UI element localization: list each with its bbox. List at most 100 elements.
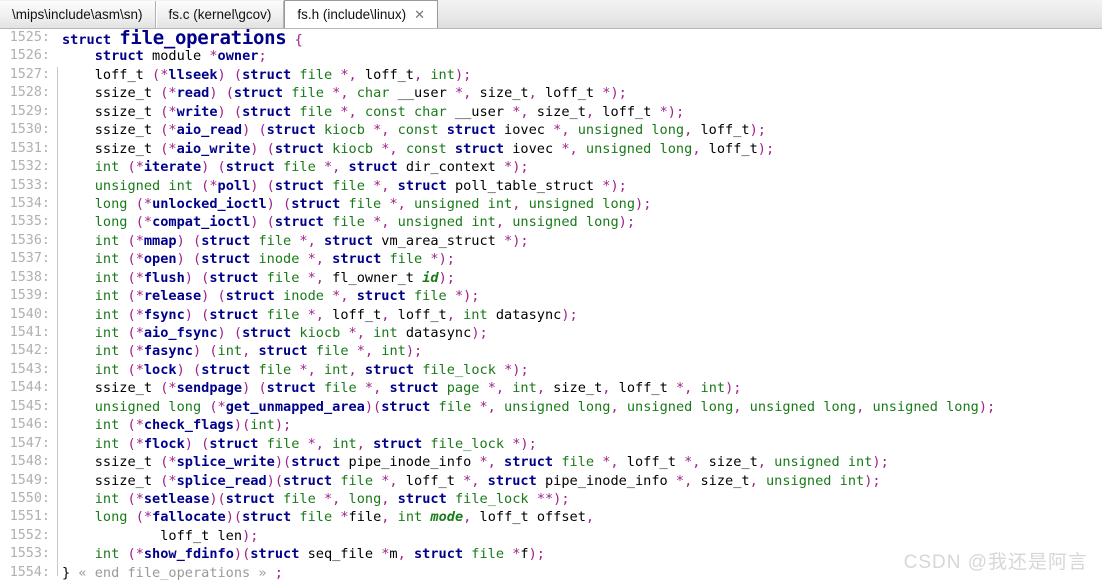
code-line[interactable]: 1533: unsigned int (*poll) (struct file …: [0, 177, 1102, 195]
code-token: file: [340, 472, 374, 489]
code-token: )(: [364, 398, 382, 415]
code-line[interactable]: 1536: int (*mmap) (struct file *, struct…: [0, 232, 1102, 250]
code-token: unsigned: [774, 454, 840, 471]
code-line[interactable]: 1534: long (*unlocked_ioctl) (struct fil…: [0, 195, 1102, 213]
code-line[interactable]: 1527: loff_t (*llseek) (struct file *, l…: [0, 66, 1102, 84]
code-token: file: [471, 546, 505, 563]
code-line[interactable]: 1529: ssize_t (*write) (struct file *, c…: [0, 103, 1102, 121]
code-line[interactable]: 1552: loff_t len);: [0, 527, 1102, 545]
code-line[interactable]: 1538: int (*flush) (struct file *, fl_ow…: [0, 269, 1102, 287]
code-editor-area[interactable]: 1525: struct file_operations {1526: struc…: [0, 29, 1102, 584]
line-number: 1550:: [9, 490, 50, 506]
code-token: aio_read: [176, 122, 243, 139]
code-token: ,: [495, 214, 505, 231]
code-token: *,: [348, 325, 365, 341]
code-token: long: [659, 140, 693, 157]
code-line[interactable]: 1545: unsigned long (*get_unmapped_area)…: [0, 398, 1102, 416]
line-number: 1546:: [9, 417, 50, 433]
code-line-text: ssize_t (*splice_read)(struct file *, lo…: [54, 472, 881, 490]
code-token: *: [340, 509, 349, 526]
code-token: *: [217, 398, 226, 415]
code-token: int: [397, 509, 423, 526]
code-line-text: int (*mmap) (struct file *, struct vm_ar…: [54, 232, 529, 250]
code-token: struct: [201, 251, 251, 268]
code-line[interactable]: 1549: ssize_t (*splice_read)(struct file…: [0, 472, 1102, 490]
code-token: *,: [389, 195, 406, 212]
code-token: (: [127, 251, 136, 268]
code-line[interactable]: 1547: int (*flock) (struct file *, int, …: [0, 435, 1102, 453]
code-line[interactable]: 1541: int (*aio_fsync) (struct kiocb *, …: [0, 324, 1102, 342]
code-token: iovec: [504, 140, 562, 157]
code-token: {: [294, 32, 303, 48]
code-token: file: [283, 490, 316, 507]
code-token: long: [602, 195, 636, 212]
code-token: file_lock: [422, 361, 496, 378]
code-token: ) (: [184, 269, 210, 286]
code-token: *: [143, 195, 153, 212]
code-token: m: [389, 546, 398, 563]
code-line[interactable]: 1532: int (*iterate) (struct file *, str…: [0, 158, 1102, 176]
code-token: *: [135, 435, 144, 452]
code-token: struct: [274, 140, 324, 157]
code-token: struct: [389, 380, 439, 397]
code-line[interactable]: 1543: int (*lock) (struct file *, int, s…: [0, 361, 1102, 379]
code-line[interactable]: 1539: int (*release) (struct inode *, st…: [0, 287, 1102, 305]
editor-tab-0[interactable]: \mips\include\asm\sn): [0, 1, 156, 28]
code-token: ssize_t: [94, 103, 153, 120]
code-line[interactable]: 1542: int (*fasync) (int, struct file *,…: [0, 342, 1102, 360]
code-token: ssize_t: [94, 380, 153, 397]
code-line[interactable]: 1544: ssize_t (*sendpage) (struct file *…: [0, 379, 1102, 397]
code-line[interactable]: 1540: int (*fsync) (struct file *, loff_…: [0, 306, 1102, 324]
code-token: datasync: [397, 325, 472, 341]
code-token: *,: [340, 66, 357, 83]
code-line[interactable]: 1546: int (*check_flags)(int);: [0, 416, 1102, 434]
code-token: file: [332, 177, 365, 194]
code-line[interactable]: 1537: int (*open) (struct inode *, struc…: [0, 250, 1102, 268]
code-line[interactable]: 1531: ssize_t (*aio_write) (struct kiocb…: [0, 140, 1102, 158]
code-line-text: struct module *owner;: [54, 47, 267, 65]
code-token: check_flags: [143, 417, 234, 434]
code-lines-container[interactable]: 1525: struct file_operations {1526: struc…: [0, 29, 1102, 582]
code-token: « end file_operations »: [70, 564, 275, 581]
code-token: *,: [307, 306, 324, 323]
code-token: *);: [512, 435, 537, 452]
code-line[interactable]: 1548: ssize_t (*splice_write)(struct pip…: [0, 453, 1102, 471]
code-token: ) (: [184, 435, 210, 452]
code-token: unsigned: [414, 195, 480, 212]
code-token: size_t: [528, 103, 586, 120]
code-token: ) (: [184, 306, 210, 323]
code-line[interactable]: 1550: int (*setlease)(struct file *, lon…: [0, 490, 1102, 508]
code-token: *,: [299, 232, 316, 249]
editor-tab-bar[interactable]: \mips\include\asm\sn) fs.c (kernel\gcov) f…: [0, 0, 1102, 29]
code-line[interactable]: 1528: ssize_t (*read) (struct file *, ch…: [0, 84, 1102, 102]
code-line[interactable]: 1526: struct module *owner;: [0, 47, 1102, 65]
code-line[interactable]: 1530: ssize_t (*aio_read) (struct kiocb …: [0, 121, 1102, 139]
close-icon[interactable]: ✕: [414, 8, 425, 21]
code-token: llseek: [168, 66, 218, 83]
editor-tab-1[interactable]: fs.c (kernel\gcov): [155, 1, 285, 28]
code-token: loff_t: [323, 306, 382, 323]
code-token: )(: [225, 509, 243, 526]
code-line[interactable]: 1535: long (*compat_ioctl) (struct file …: [0, 213, 1102, 231]
code-line[interactable]: 1551: long (*fallocate)(struct file *fil…: [0, 508, 1102, 526]
line-number: 1533:: [9, 177, 50, 193]
code-line[interactable]: 1525: struct file_operations {: [0, 29, 1102, 48]
code-token: f: [520, 546, 529, 563]
editor-tab-2[interactable]: fs.h (include\linux) ✕: [284, 0, 439, 28]
code-token: int: [839, 472, 865, 489]
code-token: long: [348, 490, 382, 507]
code-token: long: [651, 122, 685, 139]
